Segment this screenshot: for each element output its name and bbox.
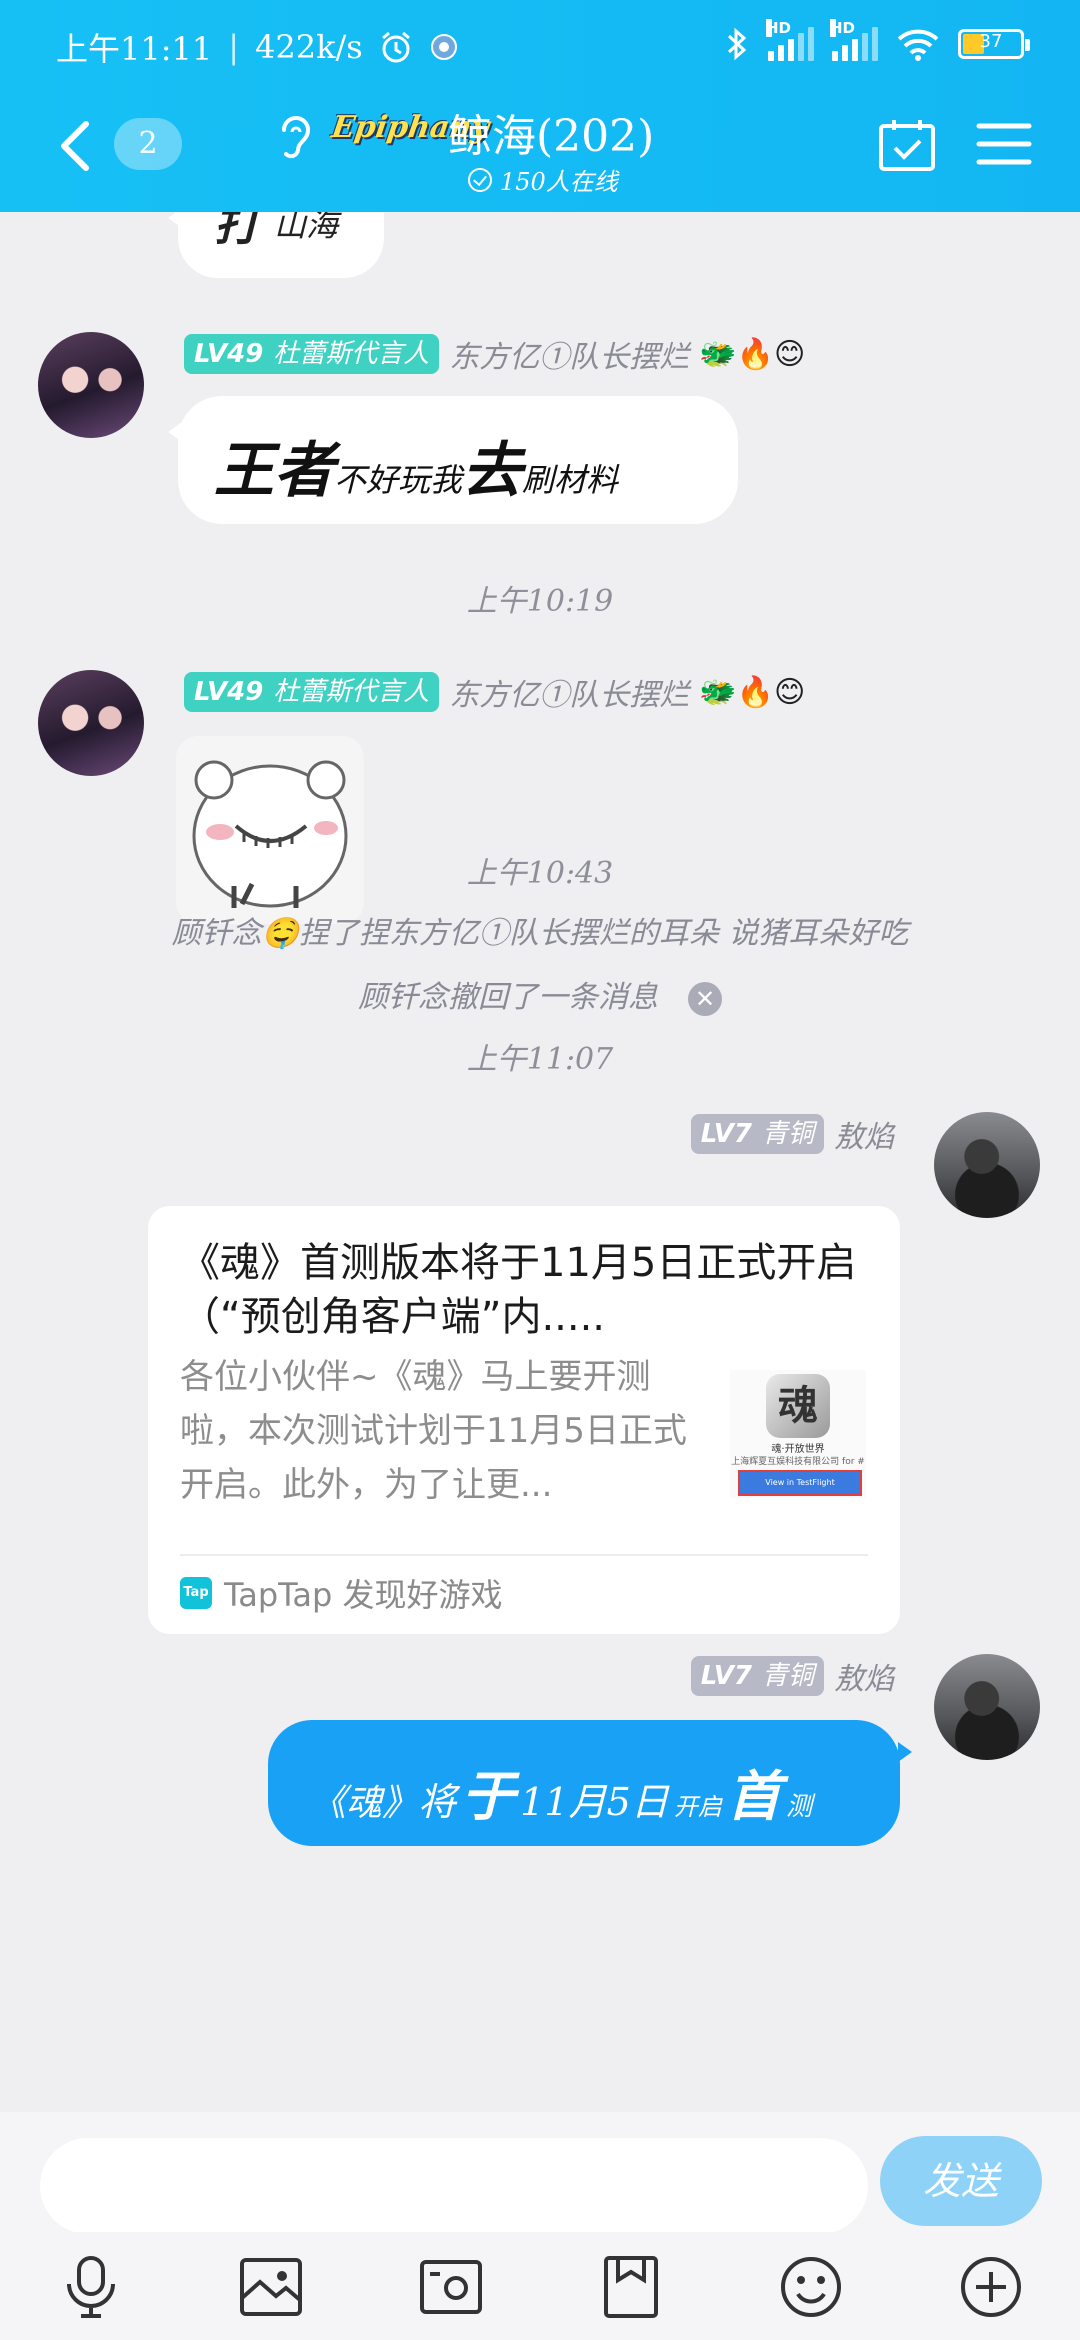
- sender-row: LV49 杜蕾斯代言人 东方亿①队长摆烂 🐲🔥😊: [184, 670, 805, 714]
- online-count-text: 150人在线: [500, 168, 618, 196]
- status-bar: 上午11:11 | 422k/s HD HD 37: [0, 0, 1080, 96]
- bluetooth-icon: [727, 27, 747, 61]
- thumb-company: 上海辉夏互娱科技有限公司 for #: [731, 1457, 865, 1467]
- card-divider: [180, 1554, 868, 1556]
- shared-link-card[interactable]: 《魂》首测版本将于11月5日正式开启（“预创角客户端”内..... 各位小伙伴~…: [148, 1206, 900, 1634]
- level-badge: LV49 杜蕾斯代言人: [184, 334, 440, 374]
- avatar[interactable]: [38, 670, 144, 776]
- message-bubble[interactable]: 王者不好玩我去刷材料: [168, 396, 738, 524]
- timestamp: 上午11:07: [466, 1042, 614, 1077]
- sender-name[interactable]: 敖焰: [834, 1112, 894, 1156]
- ear-icon: [282, 116, 311, 159]
- card-title: 《魂》首测版本将于11月5日正式开启（“预创角客户端”内.....: [180, 1240, 857, 1340]
- sender-row: LV49 杜蕾斯代言人 东方亿①队长摆烂 🐲🔥😊: [184, 332, 805, 376]
- battery-percent: 37: [979, 31, 1003, 52]
- message-text: 《魂》将 于 11月5日 开启 首 测: [310, 1764, 813, 1828]
- message-bubble-partial[interactable]: 打 山海: [168, 212, 384, 278]
- system-notice-recall: 顾钎念撤回了一条消息 ✕: [0, 972, 1080, 1016]
- unread-count-badge[interactable]: 2: [114, 118, 182, 170]
- card-source-text: TapTap 发现好游戏: [224, 1576, 503, 1614]
- avatar[interactable]: [934, 1654, 1040, 1760]
- nav-bar: 2 Epiphany 鲸海(202) 150人在线: [0, 96, 1080, 212]
- header-bar: 上午11:11 | 422k/s HD HD 37 2 Epiphany 鲸海(…: [0, 0, 1080, 212]
- timestamp: 上午10:43: [466, 856, 614, 891]
- sender-emoji-badges: 🐲🔥😊: [699, 336, 806, 372]
- timestamp: 上午10:19: [466, 584, 614, 619]
- sender-emoji-badges: 🐲🔥😊: [699, 674, 806, 710]
- group-name: 鲸海(202): [448, 111, 655, 162]
- card-description: 各位小伙伴~《魂》马上要开测啦，本次测试计划于11月5日正式开启。此外，为了让更…: [180, 1357, 687, 1505]
- network-speed: 422k/s: [255, 28, 363, 66]
- input-bar: 发送: [0, 2112, 1080, 2234]
- close-icon[interactable]: ✕: [688, 982, 722, 1016]
- file-icon[interactable]: [596, 2254, 666, 2320]
- sender-row: LV7 青铜 敖焰: [690, 1112, 894, 1156]
- battery-indicator: 37: [958, 29, 1030, 59]
- thumb-button: View in TestFlight: [738, 1470, 862, 1496]
- game-logo-icon: 魂: [766, 1374, 830, 1438]
- menu-icon[interactable]: [976, 120, 1032, 168]
- group-title-area[interactable]: Epiphany 鲸海(202) 150人在线: [272, 98, 812, 208]
- microphone-icon[interactable]: [56, 2254, 126, 2320]
- wifi-icon: [897, 29, 939, 61]
- message-text: 王者不好玩我去刷材料: [214, 436, 619, 506]
- app-notification-icon: [430, 34, 457, 60]
- level-badge: LV49 杜蕾斯代言人: [184, 672, 440, 712]
- thumb-caption: 魂·开放世界: [771, 1444, 825, 1455]
- bottom-toolbar: [0, 2232, 1080, 2340]
- level-badge: LV7 青铜: [690, 1114, 824, 1154]
- card-thumbnail: 魂 魂·开放世界 上海辉夏互娱科技有限公司 for # View in Test…: [730, 1370, 866, 1498]
- signal-icon-2: HD: [830, 19, 878, 61]
- sender-name[interactable]: 敖焰: [834, 1654, 894, 1698]
- message-text: 山海: [274, 212, 339, 244]
- send-button[interactable]: 发送: [880, 2136, 1042, 2226]
- system-notice-poke: 顾钎念🤤捏了捏东方亿①队长摆烂的耳朵 说猪耳朵好吃: [171, 916, 909, 951]
- level-badge: LV7 青铜: [690, 1656, 824, 1696]
- sender-name[interactable]: 东方亿①队长摆烂: [449, 670, 689, 714]
- calendar-check-icon[interactable]: [878, 118, 936, 172]
- message-bubble[interactable]: 《魂》将 于 11月5日 开启 首 测: [268, 1720, 912, 1846]
- signal-icon-1: HD: [766, 19, 814, 61]
- online-check-icon: [468, 167, 492, 192]
- status-time: 上午11:11: [56, 30, 213, 68]
- plus-icon[interactable]: [956, 2254, 1026, 2320]
- taptap-icon: Tap: [180, 1577, 212, 1609]
- alarm-icon: [381, 31, 410, 63]
- back-icon[interactable]: [52, 116, 102, 176]
- sender-name[interactable]: 东方亿①队长摆烂: [449, 332, 689, 376]
- emoji-icon[interactable]: [776, 2254, 846, 2320]
- camera-icon[interactable]: [416, 2254, 486, 2320]
- bear-sticker-icon: [192, 760, 348, 908]
- sender-row: LV7 青铜 敖焰: [690, 1654, 894, 1698]
- chat-area[interactable]: 打 山海 LV49 杜蕾斯代言人 东方亿①队长摆烂 🐲🔥😊 王者不好玩我去刷材料 …: [0, 212, 1080, 2112]
- recall-text: 顾钎念撤回了一条消息: [358, 980, 658, 1015]
- avatar[interactable]: [38, 332, 144, 438]
- sticker-image[interactable]: [176, 736, 364, 924]
- message-input[interactable]: [40, 2138, 868, 2234]
- image-icon[interactable]: [236, 2254, 306, 2320]
- card-source: Tap TapTap 发现好游戏: [180, 1570, 503, 1616]
- message-text: 打: [214, 212, 260, 251]
- online-count: 150人在线: [468, 162, 618, 197]
- avatar[interactable]: [934, 1112, 1040, 1218]
